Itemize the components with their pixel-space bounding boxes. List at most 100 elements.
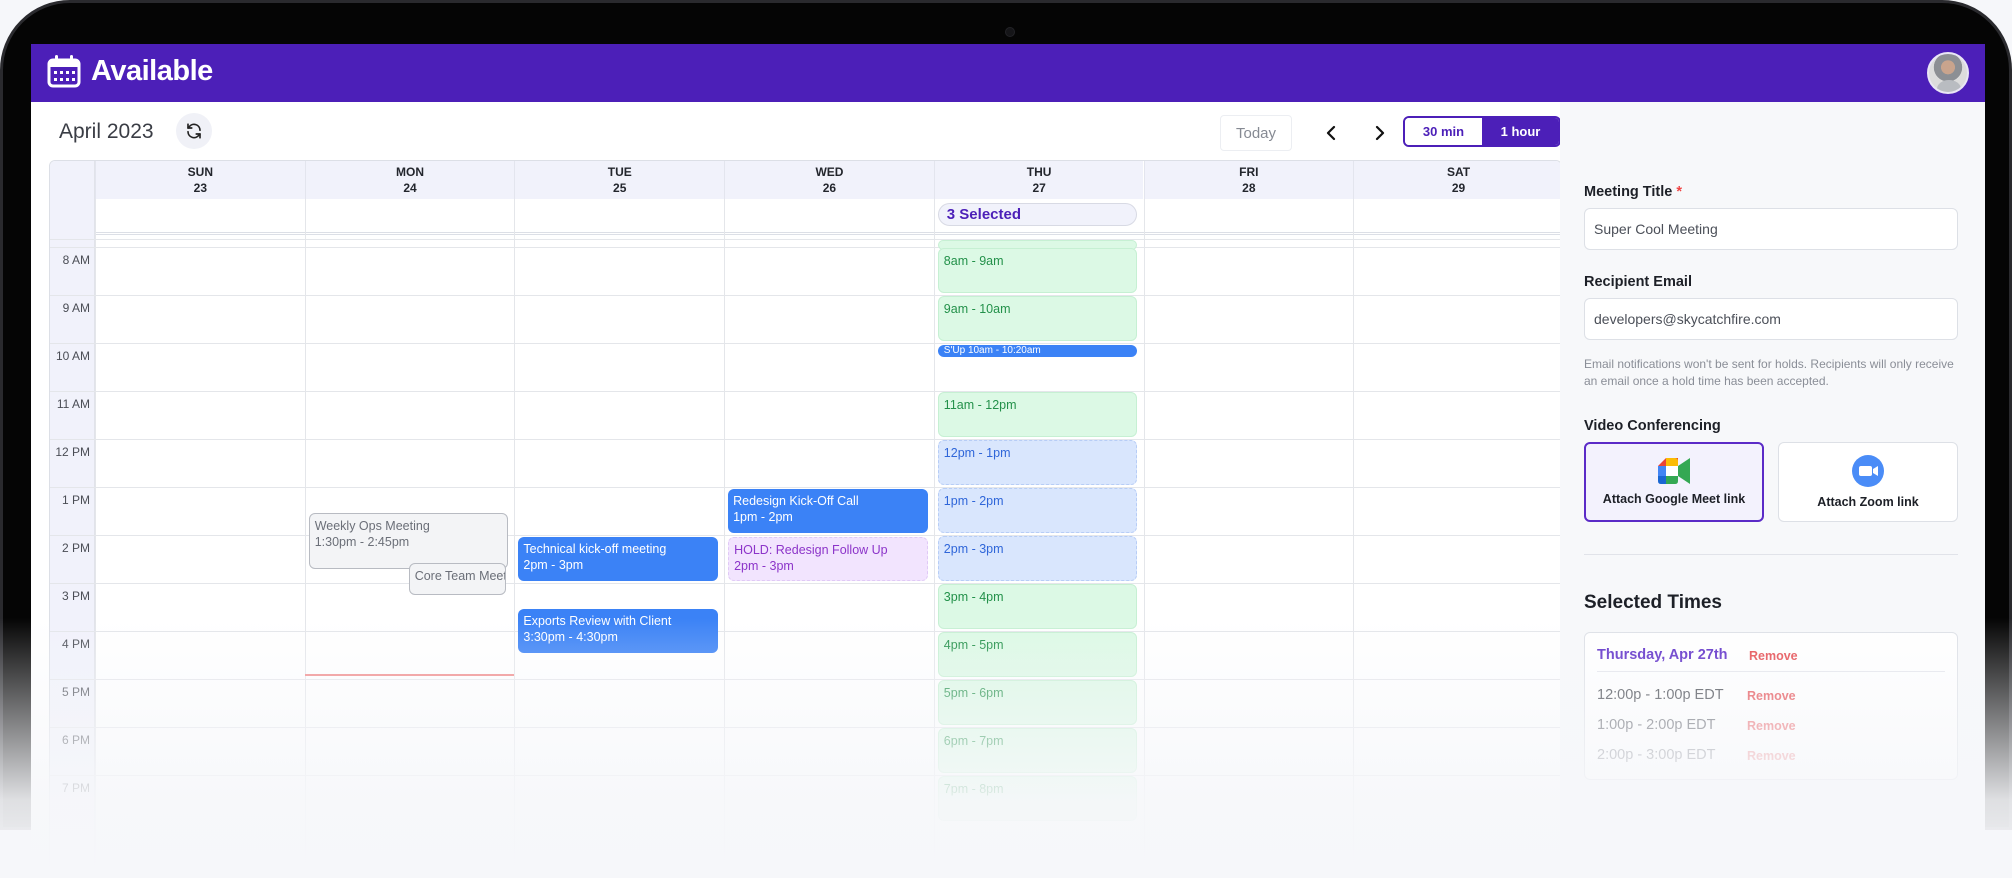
hour-label: 6 PM <box>61 733 90 747</box>
selected-day-divider <box>1597 671 1945 672</box>
calendar-event[interactable]: Weekly Ops Meeting 1:30pm - 2:45pm <box>308 513 509 569</box>
available-slot[interactable]: 11am - 12pm <box>937 392 1138 437</box>
remove-slot-button[interactable]: Remove <box>1747 689 1796 703</box>
day-header-fri[interactable]: FRI 28 <box>1143 161 1354 199</box>
day-header-thu[interactable]: THU 27 <box>933 161 1144 199</box>
day-header-tue[interactable]: TUE 25 <box>514 161 725 199</box>
event-title: Redesign Kick-Off Call <box>733 494 859 508</box>
selected-time-slot: 12:00p - 1:00p EDT <box>1597 687 1724 703</box>
camera-icon <box>1005 27 1015 37</box>
day-header-wed[interactable]: WED 26 <box>724 161 934 199</box>
meeting-title-input[interactable]: Super Cool Meeting <box>1584 208 1958 250</box>
hour-label: 3 PM <box>61 589 90 603</box>
brand[interactable]: Available <box>47 54 213 88</box>
day-date: 25 <box>613 181 627 195</box>
user-avatar[interactable] <box>1927 52 1969 94</box>
duration-1-hour[interactable]: 1 hour <box>1482 118 1559 145</box>
day-of-week: MON <box>396 165 425 179</box>
selected-slot[interactable]: 1pm - 2pm <box>937 488 1138 533</box>
selected-slot[interactable]: 12pm - 1pm <box>937 440 1138 485</box>
refresh-button[interactable] <box>176 113 212 149</box>
available-slot[interactable]: 9am - 10am <box>937 296 1138 341</box>
day-date: 24 <box>403 181 417 195</box>
hour-gridline <box>50 439 1561 440</box>
week-calendar-grid: SUN 23 MON 24 TUE 25 WED 26 THU 27 FRI 28 SAT 29 8 AM 9… <box>49 160 1562 878</box>
day-header-sun[interactable]: SUN 23 <box>95 161 305 199</box>
all-day-row <box>95 199 1561 235</box>
hour-label: 4 PM <box>61 637 90 651</box>
available-slot[interactable]: 3pm - 4pm <box>937 584 1138 629</box>
event-time: 1pm - 2pm <box>733 510 793 524</box>
day-header-mon[interactable]: MON 24 <box>304 161 515 199</box>
calendar-event[interactable]: S'Up 10am - 10:20am <box>937 345 1138 357</box>
calendar-event[interactable]: Core Team Meet <box>408 563 507 595</box>
meeting-title-label-text: Meeting Title <box>1584 184 1673 200</box>
today-button[interactable]: Today <box>1220 115 1292 151</box>
google-meet-button[interactable]: Attach Google Meet link <box>1584 442 1764 522</box>
duration-30-min[interactable]: 30 min <box>1405 118 1482 145</box>
zoom-icon <box>1852 455 1884 487</box>
google-meet-label: Attach Google Meet link <box>1602 492 1746 506</box>
event-time: 2pm - 3pm <box>734 559 794 573</box>
hour-gridline <box>50 775 1561 776</box>
selected-times-title: Selected Times <box>1584 592 1723 613</box>
hour-gridline <box>50 239 1561 240</box>
day-date: 29 <box>1451 181 1466 195</box>
available-slot[interactable]: 4pm - 5pm <box>937 632 1138 677</box>
hour-label: 12 PM <box>55 445 90 459</box>
day-column-divider <box>933 199 935 878</box>
selected-times-card: Thursday, Apr 27th Remove 12:00p - 1:00p… <box>1584 632 1958 780</box>
duration-toggle: 30 min 1 hour <box>1403 116 1561 147</box>
section-divider <box>1584 554 1958 555</box>
next-week-button[interactable] <box>1365 119 1393 147</box>
selected-day-label: Thursday, Apr 27th <box>1597 647 1728 663</box>
day-date: 23 <box>193 181 208 195</box>
recipient-email-input[interactable]: developers@skycatchfire.com <box>1584 298 1958 340</box>
event-title: Technical kick-off meeting <box>523 542 667 556</box>
hour-gridline <box>50 583 1561 584</box>
hour-gridline <box>50 631 1561 632</box>
available-slot[interactable]: 6pm - 7pm <box>937 728 1138 773</box>
chevron-left-icon <box>1326 125 1336 141</box>
zoom-label: Attach Zoom link <box>1817 495 1919 509</box>
refresh-icon <box>187 123 201 139</box>
calendar-event[interactable]: Exports Review with Client 3:30pm - 4:30p… <box>518 609 719 653</box>
hour-label: 9 AM <box>62 301 90 315</box>
available-slot[interactable]: 7pm - 8pm <box>937 776 1138 821</box>
selected-count-badge[interactable]: 3 Selected <box>937 203 1138 226</box>
available-slot[interactable]: 8am - 9am <box>937 248 1138 293</box>
hour-gridline <box>50 535 1561 536</box>
hour-label: 2 PM <box>61 541 90 555</box>
selected-time-slot: 2:00p - 3:00p EDT <box>1597 747 1716 763</box>
meeting-title-label: Meeting Title * <box>1584 184 1682 200</box>
hour-label: 7 PM <box>61 781 90 795</box>
app-header: Available <box>31 44 1985 102</box>
hour-gridline <box>50 343 1561 344</box>
remove-day-button[interactable]: Remove <box>1749 649 1798 663</box>
time-gutter <box>50 161 95 878</box>
event-title: Weekly Ops Meeting <box>314 519 430 533</box>
app-screen: Available April 2023 Today 30 min 1 hour <box>31 44 1985 878</box>
hour-gridline <box>50 727 1561 728</box>
available-slot[interactable]: 5pm - 6pm <box>937 680 1138 725</box>
day-header-sat[interactable]: SAT 29 <box>1353 161 1561 199</box>
remove-slot-button[interactable]: Remove <box>1747 719 1796 733</box>
day-of-week: TUE <box>607 165 632 179</box>
prev-week-button[interactable] <box>1318 119 1346 147</box>
calendar-event[interactable]: Redesign Kick-Off Call 1pm - 2pm <box>728 489 928 533</box>
event-time: 1:30pm - 2:45pm <box>314 535 410 549</box>
day-of-week: SAT <box>1446 165 1471 179</box>
selected-slot[interactable]: 2pm - 3pm <box>937 536 1138 581</box>
hour-label: 8 AM <box>62 253 90 267</box>
zoom-button[interactable]: Attach Zoom link <box>1778 442 1958 522</box>
app-name: Available <box>91 54 213 87</box>
hold-event[interactable]: HOLD: Redesign Follow Up 2pm - 3pm <box>728 537 928 581</box>
current-time-indicator <box>304 674 515 677</box>
remove-slot-button[interactable]: Remove <box>1747 749 1796 763</box>
day-of-week: WED <box>815 165 844 179</box>
device-frame: Available April 2023 Today 30 min 1 hour <box>0 0 2012 878</box>
hour-label: 11 AM <box>56 397 90 411</box>
calendar-event[interactable]: Technical kick-off meeting 2pm - 3pm <box>518 537 719 581</box>
day-of-week: THU <box>1026 165 1052 179</box>
hour-gridline <box>50 295 1561 296</box>
